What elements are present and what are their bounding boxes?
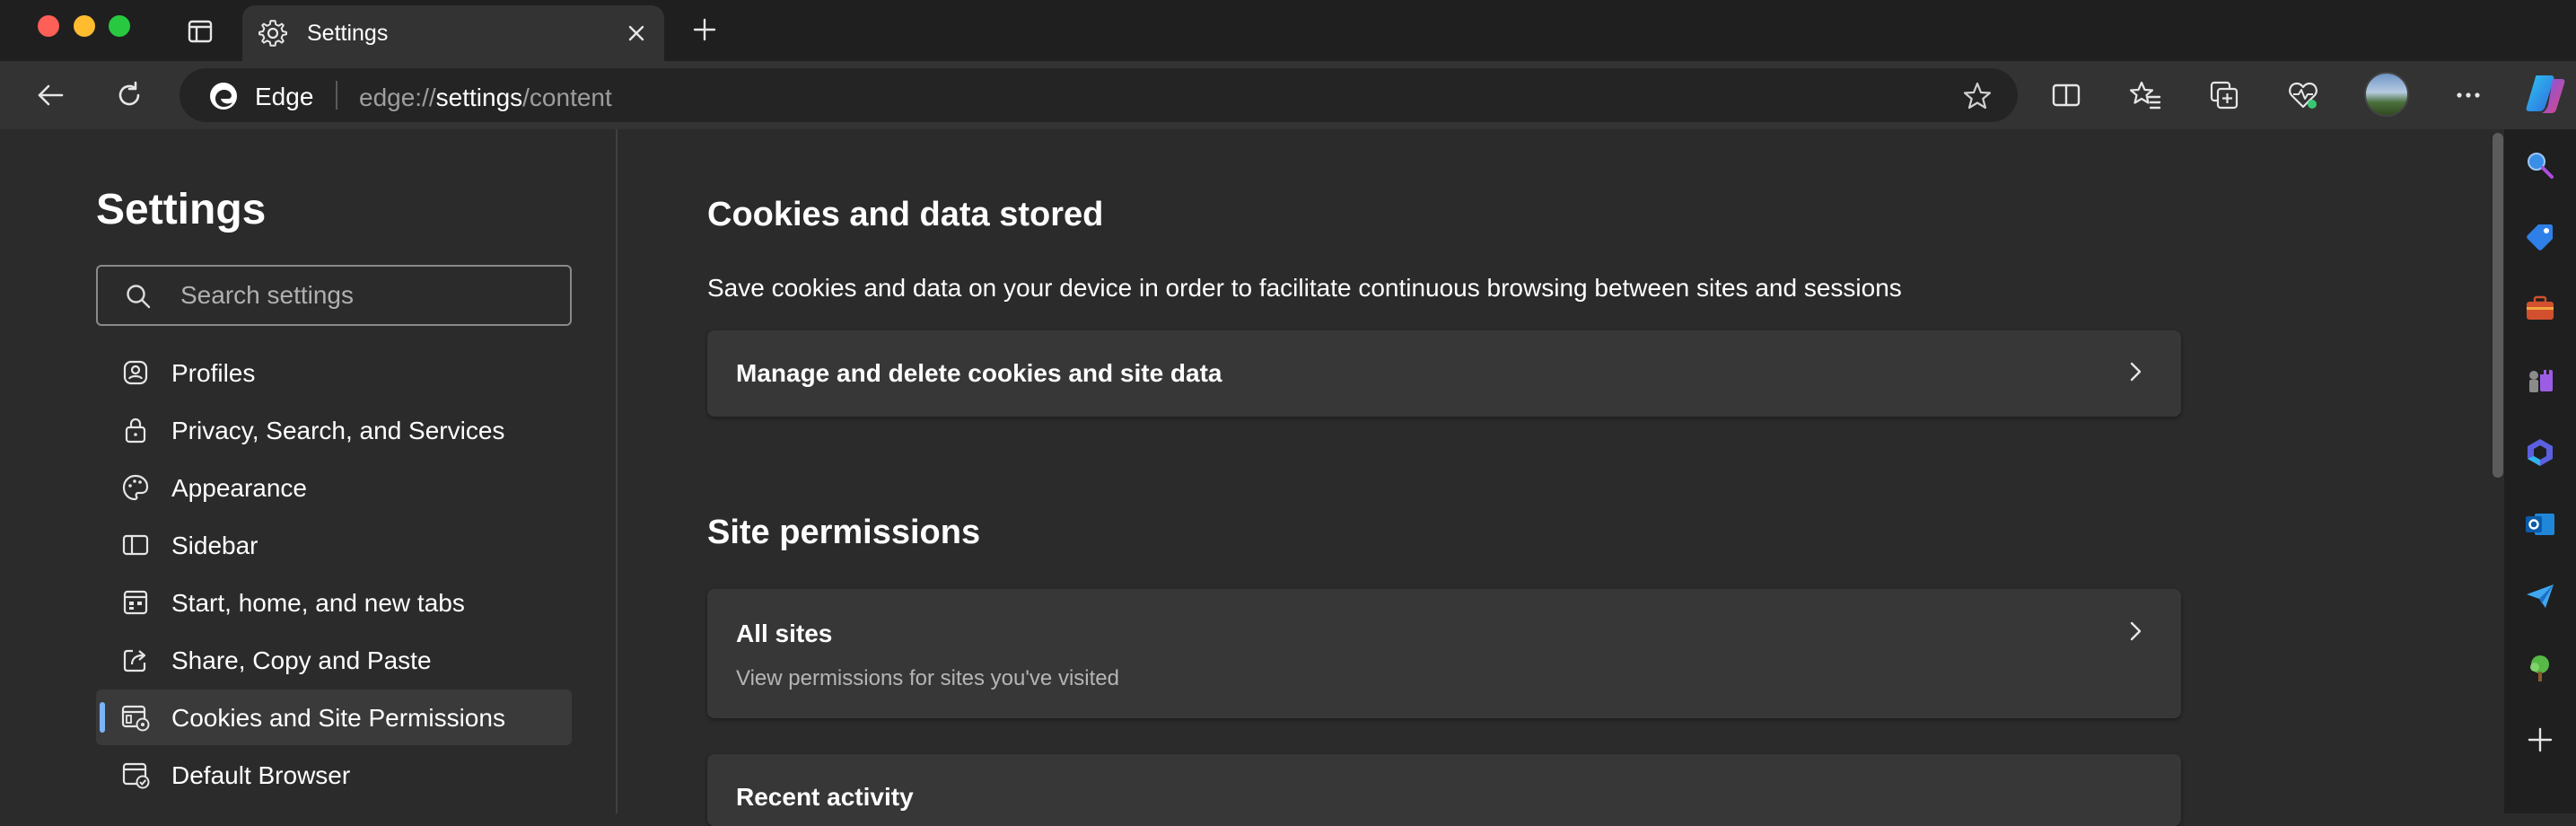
active-indicator (100, 702, 105, 733)
manage-cookies-card[interactable]: Manage and delete cookies and site data (707, 330, 2181, 417)
chevron-right-icon (2130, 362, 2142, 382)
default-browser-icon (122, 762, 150, 789)
tools-briefcase-icon[interactable] (2524, 293, 2556, 325)
url-scheme: edge:// (359, 83, 436, 111)
sidebar-icon (122, 534, 149, 556)
edge-sidebar (2504, 129, 2576, 813)
more-options-icon[interactable] (2452, 79, 2484, 111)
nav-label: Start, home, and new tabs (171, 589, 465, 617)
tab-title: Settings (307, 21, 389, 46)
nav-label: Default Browser (171, 761, 351, 789)
nav-item-appearance[interactable]: Appearance (96, 460, 572, 515)
edge-logo-icon (210, 83, 237, 110)
address-bar[interactable]: Edge edge://settings/content (180, 68, 2018, 122)
browser-name: Edge (255, 83, 314, 110)
nav-item-default-browser[interactable]: Default Browser (96, 747, 572, 803)
palette-icon (122, 474, 149, 501)
back-button[interactable] (34, 79, 66, 111)
cookies-permissions-icon (121, 705, 150, 732)
close-icon[interactable] (625, 22, 648, 45)
card-title: All sites (736, 620, 833, 647)
tab-actions-icon[interactable] (187, 18, 214, 45)
nav-label: Sidebar (171, 532, 258, 559)
nav-item-share-copy-paste[interactable]: Share, Copy and Paste (96, 632, 572, 688)
profile-avatar[interactable] (2364, 72, 2409, 117)
tree-icon[interactable] (2524, 652, 2556, 684)
address-divider (336, 81, 337, 110)
page-title: Settings (96, 186, 267, 233)
nav-item-sidebar[interactable]: Sidebar (96, 517, 572, 573)
search-icon (127, 285, 151, 309)
home-tabs-icon (123, 590, 148, 615)
url-host: settings (435, 83, 523, 111)
nav-label: Cookies and Site Permissions (171, 704, 505, 732)
nav-item-cookies-permissions[interactable]: Cookies and Site Permissions (96, 690, 572, 745)
shopping-tag-icon[interactable] (2524, 221, 2556, 253)
toolbar: Edge edge://settings/content (0, 61, 2576, 129)
cookies-section-title: Cookies and data stored (707, 196, 1104, 233)
search-input[interactable] (179, 276, 556, 315)
games-chess-icon[interactable] (2524, 365, 2556, 397)
window-zoom-button[interactable] (109, 15, 130, 37)
gear-icon (258, 20, 287, 47)
nav-item-start-home[interactable]: Start, home, and new tabs (96, 575, 572, 630)
search-settings[interactable] (96, 265, 572, 326)
favorite-star-icon[interactable] (1962, 81, 1993, 111)
copilot-icon[interactable] (2524, 72, 2567, 117)
new-tab-button[interactable] (691, 16, 718, 43)
recent-activity-card[interactable]: Recent activity (707, 754, 2181, 826)
card-title: Manage and delete cookies and site data (736, 359, 1222, 387)
search-icon[interactable] (2524, 149, 2556, 181)
collections-icon[interactable] (2208, 79, 2240, 111)
nav-label: Privacy, Search, and Services (171, 417, 505, 444)
all-sites-card[interactable]: All sites View permissions for sites you… (707, 589, 2181, 718)
lock-icon (125, 417, 146, 444)
cookies-section-description: Save cookies and data on your device in … (707, 274, 1902, 302)
split-screen-icon[interactable] (2050, 79, 2082, 111)
permissions-section-title: Site permissions (707, 514, 981, 551)
tab-settings[interactable]: Settings (242, 5, 664, 61)
url-text[interactable]: edge://settings/content (359, 83, 612, 112)
settings-nav: Settings Profiles Privacy, Search, and S… (0, 129, 618, 813)
title-bar: Settings (0, 0, 2576, 61)
refresh-button[interactable] (113, 79, 145, 111)
favorites-icon[interactable] (2129, 79, 2161, 111)
microsoft-365-icon[interactable] (2524, 436, 2556, 469)
window-close-button[interactable] (38, 15, 59, 37)
nav-label: Profiles (171, 359, 256, 387)
add-icon[interactable] (2524, 724, 2556, 756)
send-icon[interactable] (2524, 580, 2556, 612)
browser-essentials-icon[interactable] (2287, 79, 2319, 111)
share-icon (123, 649, 146, 672)
settings-content: Cookies and data stored Save cookies and… (619, 129, 2493, 826)
nav-label: Appearance (171, 474, 308, 502)
outlook-icon[interactable] (2524, 508, 2556, 540)
nav-item-privacy[interactable]: Privacy, Search, and Services (96, 402, 572, 458)
chevron-right-icon (2130, 621, 2142, 641)
url-path: /content (522, 83, 612, 111)
scrollbar-thumb[interactable] (2493, 133, 2503, 478)
window-minimize-button[interactable] (74, 15, 95, 37)
nav-label: Share, Copy and Paste (171, 646, 432, 674)
profile-icon (123, 360, 148, 385)
card-title: Recent activity (736, 783, 914, 811)
card-subtitle: View permissions for sites you've visite… (736, 666, 1119, 690)
nav-item-profiles[interactable]: Profiles (96, 345, 572, 400)
